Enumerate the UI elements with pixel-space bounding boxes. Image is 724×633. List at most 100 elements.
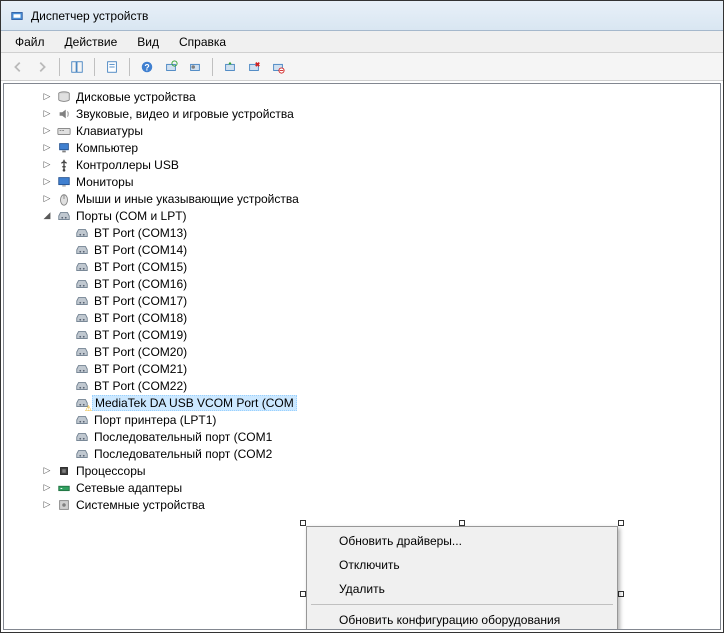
port-icon: [74, 412, 90, 428]
expander-icon[interactable]: [58, 260, 72, 274]
expander-icon[interactable]: ▷: [40, 498, 54, 512]
usb-icon: [56, 157, 72, 173]
node-label: BT Port (COM21): [92, 362, 189, 376]
expander-icon[interactable]: [58, 362, 72, 376]
expander-icon[interactable]: ▷: [40, 124, 54, 138]
expander-icon[interactable]: ▷: [40, 90, 54, 104]
node-label: Системные устройства: [74, 498, 207, 512]
menu-view[interactable]: Вид: [127, 32, 169, 52]
nav-back-button[interactable]: [7, 56, 29, 78]
toolbar: ?: [1, 53, 723, 81]
expander-icon[interactable]: ◢: [40, 209, 54, 223]
expander-icon[interactable]: ▷: [40, 481, 54, 495]
app-icon: [9, 8, 25, 24]
port-icon: [74, 361, 90, 377]
tree-node[interactable]: ▷ Системные устройства: [8, 496, 716, 513]
tree-node[interactable]: BT Port (COM21): [8, 360, 716, 377]
menu-file[interactable]: Файл: [5, 32, 55, 52]
expander-icon[interactable]: ▷: [40, 192, 54, 206]
computer-icon: [56, 140, 72, 156]
cpu-icon: [56, 463, 72, 479]
port-icon: [74, 446, 90, 462]
tree-node[interactable]: MediaTek DA USB VCOM Port (COM: [8, 394, 716, 411]
expander-icon[interactable]: ▷: [40, 141, 54, 155]
tree-node[interactable]: ▷ Клавиатуры: [8, 122, 716, 139]
expander-icon[interactable]: ▷: [40, 158, 54, 172]
expander-icon[interactable]: [58, 311, 72, 325]
port-icon: [74, 242, 90, 258]
menu-help[interactable]: Справка: [169, 32, 236, 52]
scan-hardware-button[interactable]: [160, 56, 182, 78]
context-menu-item[interactable]: Отключить: [309, 553, 615, 577]
port-icon: [74, 276, 90, 292]
expander-icon[interactable]: ▷: [40, 175, 54, 189]
node-label: Звуковые, видео и игровые устройства: [74, 107, 296, 121]
tree-node[interactable]: ▷ Мониторы: [8, 173, 716, 190]
context-menu-item[interactable]: Удалить: [309, 577, 615, 601]
show-hide-tree-button[interactable]: [66, 56, 88, 78]
tree-node[interactable]: BT Port (COM17): [8, 292, 716, 309]
expander-icon[interactable]: [58, 328, 72, 342]
expander-icon[interactable]: [58, 447, 72, 461]
expander-icon[interactable]: [58, 294, 72, 308]
tree-node[interactable]: ▷ Звуковые, видео и игровые устройства: [8, 105, 716, 122]
tree-node[interactable]: ▷ Сетевые адаптеры: [8, 479, 716, 496]
tree-node[interactable]: ▷ Компьютер: [8, 139, 716, 156]
node-label: BT Port (COM22): [92, 379, 189, 393]
tree-node[interactable]: ▷ Дисковые устройства: [8, 88, 716, 105]
tree-node[interactable]: Последовательный порт (COM1: [8, 428, 716, 445]
expander-icon[interactable]: [58, 277, 72, 291]
help-button[interactable]: ?: [136, 56, 158, 78]
properties-button[interactable]: [101, 56, 123, 78]
port-icon: [74, 225, 90, 241]
tree-node[interactable]: ▷ Мыши и иные указывающие устройства: [8, 190, 716, 207]
node-label: BT Port (COM20): [92, 345, 189, 359]
expander-icon[interactable]: [58, 396, 72, 410]
expander-icon[interactable]: [58, 243, 72, 257]
context-menu-item[interactable]: Обновить конфигурацию оборудования: [309, 608, 615, 630]
node-label: BT Port (COM15): [92, 260, 189, 274]
port-icon: [74, 310, 90, 326]
context-menu-separator: [311, 604, 613, 605]
tree-node[interactable]: BT Port (COM18): [8, 309, 716, 326]
window-title: Диспетчер устройств: [31, 9, 148, 23]
tree-node[interactable]: ▷ Процессоры: [8, 462, 716, 479]
scan-button[interactable]: [184, 56, 206, 78]
expander-icon[interactable]: [58, 379, 72, 393]
node-label: BT Port (COM14): [92, 243, 189, 257]
titlebar: Диспетчер устройств: [1, 1, 723, 31]
content-area: ▷ Дисковые устройства ▷ Звуковые, видео …: [3, 83, 721, 630]
tree-node[interactable]: BT Port (COM20): [8, 343, 716, 360]
toolbar-separator: [94, 58, 95, 76]
keyboard-icon: [56, 123, 72, 139]
context-menu-item[interactable]: Обновить драйверы...: [309, 529, 615, 553]
uninstall-button[interactable]: [243, 56, 265, 78]
port-icon: [74, 429, 90, 445]
tree-node[interactable]: BT Port (COM19): [8, 326, 716, 343]
expander-icon[interactable]: [58, 226, 72, 240]
expander-icon[interactable]: [58, 345, 72, 359]
update-driver-button[interactable]: [219, 56, 241, 78]
tree-node[interactable]: ◢ Порты (COM и LPT): [8, 207, 716, 224]
node-label: Сетевые адаптеры: [74, 481, 184, 495]
disable-button[interactable]: [267, 56, 289, 78]
tree-node[interactable]: BT Port (COM15): [8, 258, 716, 275]
node-label: BT Port (COM19): [92, 328, 189, 342]
menubar: Файл Действие Вид Справка: [1, 31, 723, 53]
tree-node[interactable]: BT Port (COM13): [8, 224, 716, 241]
tree-node[interactable]: Последовательный порт (COM2: [8, 445, 716, 462]
menu-action[interactable]: Действие: [55, 32, 128, 52]
expander-icon[interactable]: [58, 413, 72, 427]
tree-node[interactable]: BT Port (COM22): [8, 377, 716, 394]
tree-node[interactable]: BT Port (COM14): [8, 241, 716, 258]
tree-node[interactable]: Порт принтера (LPT1): [8, 411, 716, 428]
monitor-icon: [56, 174, 72, 190]
tree-node[interactable]: ▷ Контроллеры USB: [8, 156, 716, 173]
tree-node[interactable]: BT Port (COM16): [8, 275, 716, 292]
nav-forward-button[interactable]: [31, 56, 53, 78]
expander-icon[interactable]: ▷: [40, 464, 54, 478]
expander-icon[interactable]: [58, 430, 72, 444]
node-label: Порты (COM и LPT): [74, 209, 189, 223]
system-icon: [56, 497, 72, 513]
expander-icon[interactable]: ▷: [40, 107, 54, 121]
